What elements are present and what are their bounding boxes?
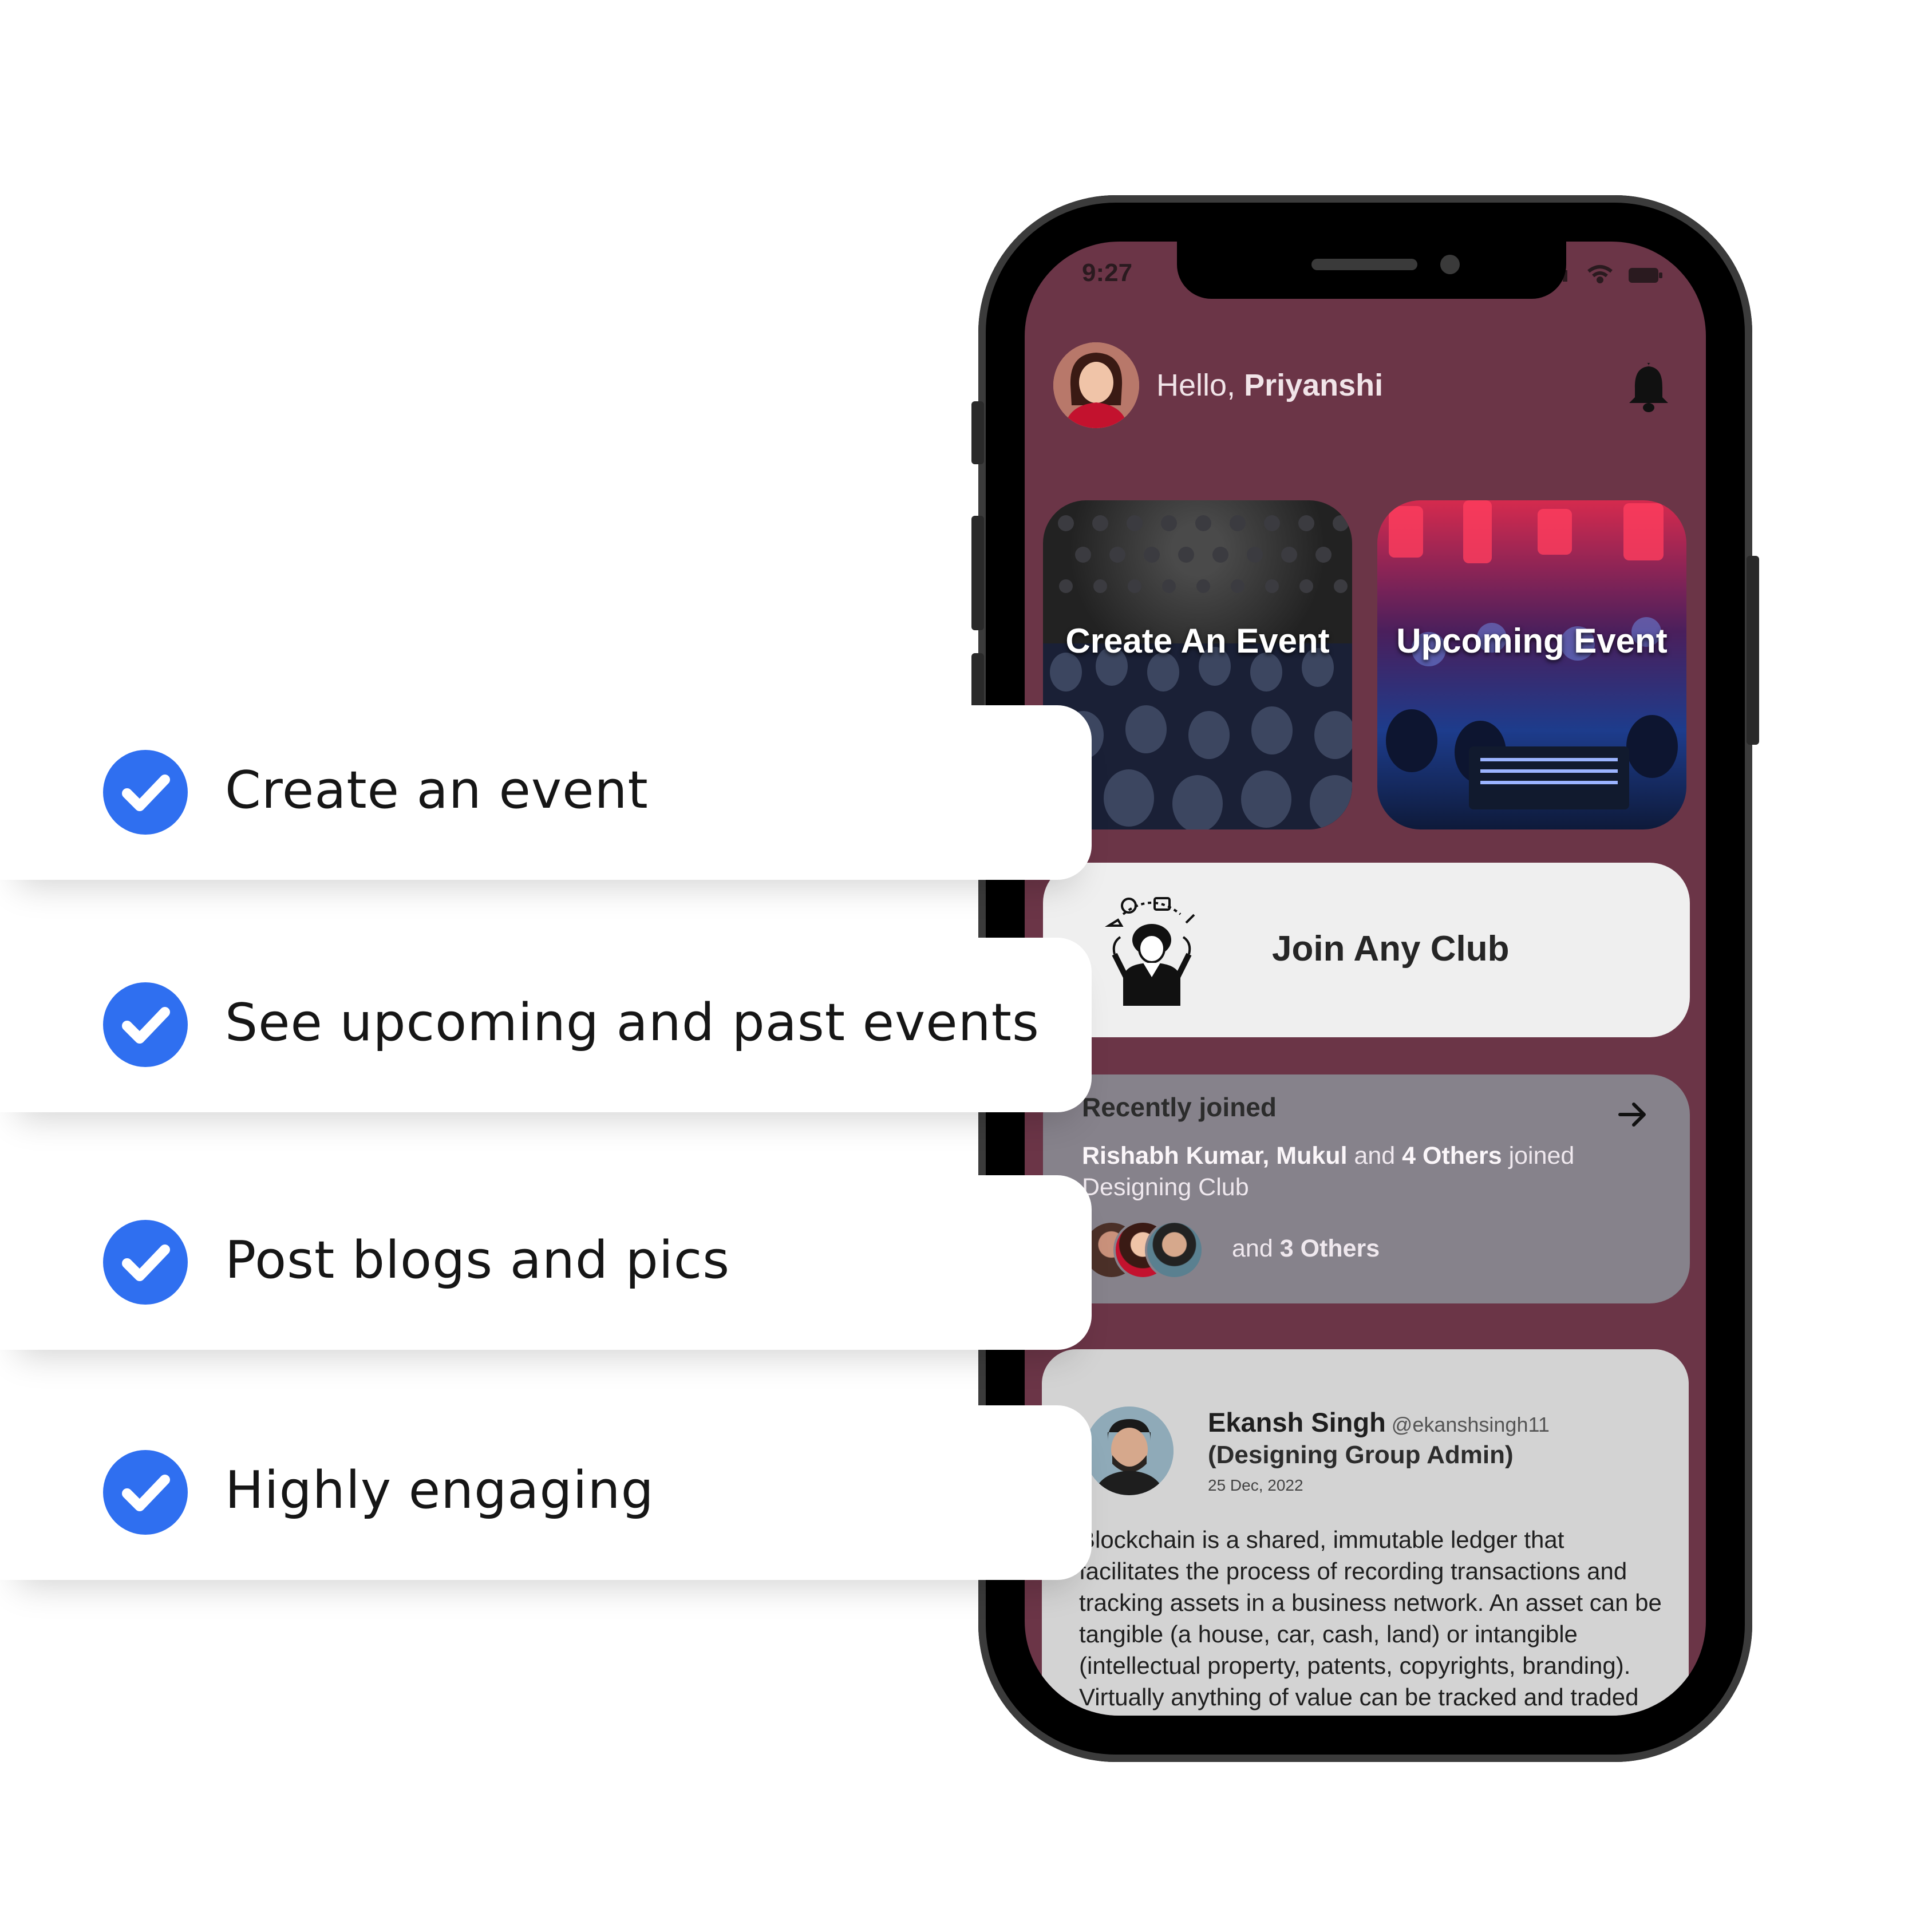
post-author-name[interactable]: Ekansh Singh @ekanshsingh11 xyxy=(1208,1406,1550,1438)
others-count: and 3 Others xyxy=(1232,1235,1380,1262)
avatar[interactable] xyxy=(1053,342,1139,428)
feature-label: Highly engaging xyxy=(225,1460,654,1520)
club-illustration-icon xyxy=(1105,897,1195,1006)
post-author-handle: @ekanshsingh11 xyxy=(1391,1413,1550,1436)
bell-icon[interactable] xyxy=(1626,362,1672,413)
create-event-label: Create An Event xyxy=(1065,622,1330,660)
check-icon xyxy=(103,750,188,835)
post-author-avatar[interactable] xyxy=(1085,1406,1174,1495)
avatar-image xyxy=(1053,342,1139,428)
front-camera xyxy=(1440,255,1460,274)
notch xyxy=(1177,242,1566,299)
member-avatars xyxy=(1082,1220,1208,1279)
phone-frame: 9:27 Hello, Priyanshi Create An Event Up… xyxy=(971,195,1759,1762)
feature-label: Post blogs and pics xyxy=(225,1230,730,1290)
greeting: Hello, Priyanshi xyxy=(1156,368,1384,402)
upcoming-event-tile[interactable]: Upcoming Event xyxy=(1377,500,1686,829)
upcoming-event-label: Upcoming Event xyxy=(1396,622,1668,660)
wifi-icon xyxy=(1587,265,1613,283)
app-screen: 9:27 Hello, Priyanshi Create An Event Up… xyxy=(1025,242,1706,1716)
member-avatar xyxy=(1145,1220,1204,1279)
join-club-label: Join Any Club xyxy=(1272,929,1510,969)
side-button xyxy=(1747,556,1759,745)
recently-joined-title: Recently joined xyxy=(1082,1092,1277,1122)
side-button xyxy=(971,516,984,630)
post-card[interactable]: Ekansh Singh @ekanshsingh11 (Designing Gr… xyxy=(1042,1349,1689,1716)
recently-joined-summary: Rishabh Kumar, Mukul and 4 Others joined… xyxy=(1082,1142,1575,1201)
status-icons xyxy=(1563,265,1662,283)
feature-card-engaging: Highly engaging xyxy=(0,1405,1092,1580)
feature-label: See upcoming and past events xyxy=(225,993,1040,1053)
post-date: 25 Dec, 2022 xyxy=(1208,1476,1303,1494)
battery-icon xyxy=(1629,268,1662,283)
arrow-right-icon[interactable] xyxy=(1615,1097,1650,1132)
speaker xyxy=(1311,259,1417,270)
user-name: Priyanshi xyxy=(1244,368,1384,402)
check-icon xyxy=(103,1450,188,1535)
join-club-card[interactable]: Join Any Club xyxy=(1043,863,1690,1037)
feature-card-blogs: Post blogs and pics xyxy=(0,1175,1092,1350)
feature-label: Create an event xyxy=(225,760,649,820)
check-icon xyxy=(103,1220,188,1305)
check-icon xyxy=(103,982,188,1067)
post-body: Blockchain is a shared, immutable ledger… xyxy=(1079,1526,1662,1716)
status-time: 9:27 xyxy=(1082,259,1133,287)
feature-card-create-event: Create an event xyxy=(0,705,1092,880)
post-author-image xyxy=(1085,1406,1174,1495)
post-author-role: (Designing Group Admin) xyxy=(1208,1441,1514,1469)
upcoming-event-image xyxy=(1386,500,1678,809)
recently-joined-card[interactable]: Recently joined Rishabh Kumar, Mukul and… xyxy=(1043,1074,1690,1303)
side-button xyxy=(971,401,984,464)
feature-card-events: See upcoming and past events xyxy=(0,938,1092,1112)
